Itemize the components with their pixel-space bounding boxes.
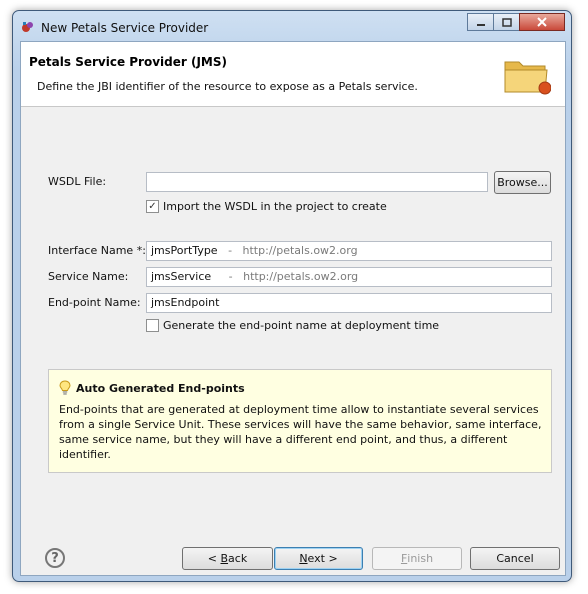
next-button[interactable]: Next >	[274, 547, 363, 570]
minimize-icon	[476, 24, 485, 26]
info-box: Auto Generated End-points End-points tha…	[48, 369, 552, 473]
next-label-rest: ext >	[307, 552, 338, 565]
generate-endpoint-label: Generate the end-point name at deploymen…	[163, 319, 440, 332]
endpoint-name-label: End-point Name:	[48, 296, 141, 309]
minimize-button[interactable]	[467, 13, 494, 31]
interface-name-value: jmsPortType	[151, 244, 218, 257]
generate-endpoint-option[interactable]: Generate the end-point name at deploymen…	[146, 319, 439, 332]
back-button[interactable]: < Back	[182, 547, 273, 570]
lightbulb-icon	[59, 380, 71, 395]
dialog-client: Petals Service Provider (JMS) Define the…	[20, 41, 566, 576]
interface-name-label: Interface Name *:	[48, 244, 146, 257]
window-controls	[467, 13, 565, 31]
maximize-icon	[501, 17, 512, 27]
finish-button[interactable]: Finish	[372, 547, 462, 570]
next-mnemonic: N	[299, 552, 308, 565]
title-bar[interactable]: New Petals Service Provider	[13, 11, 571, 41]
import-wsdl-checkbox[interactable]: ✓	[146, 200, 159, 213]
wizard-banner: Petals Service Provider (JMS) Define the…	[21, 42, 565, 107]
interface-name-field[interactable]: jmsPortType - http://petals.ow2.org	[146, 241, 552, 261]
info-header: Auto Generated End-points	[59, 380, 245, 396]
banner-title: Petals Service Provider (JMS)	[29, 55, 227, 69]
maximize-button[interactable]	[493, 13, 520, 31]
service-name-value: jmsService	[151, 270, 212, 283]
interface-namespace: - http://petals.ow2.org	[217, 244, 358, 257]
close-icon	[537, 17, 547, 27]
back-mnemonic: B	[220, 552, 229, 565]
back-prefix: <	[207, 552, 221, 565]
browse-button[interactable]: Browse...	[494, 171, 551, 194]
import-wsdl-label: Import the WSDL in the project to create	[163, 200, 387, 213]
endpoint-name-input[interactable]: jmsEndpoint	[146, 293, 552, 313]
app-icon	[22, 22, 33, 32]
help-icon[interactable]: ?	[45, 548, 65, 568]
banner-description: Define the JBI identifier of the resourc…	[37, 80, 418, 93]
cancel-button[interactable]: Cancel	[470, 547, 560, 570]
back-label-rest: ack	[228, 552, 248, 565]
service-name-field[interactable]: jmsService - http://petals.ow2.org	[146, 267, 552, 287]
info-title: Auto Generated End-points	[76, 381, 245, 395]
generate-endpoint-checkbox[interactable]	[146, 319, 159, 332]
info-body: End-points that are generated at deploym…	[59, 403, 542, 461]
wizard-window: New Petals Service Provider Petals Servi…	[12, 10, 572, 582]
service-name-label: Service Name:	[48, 270, 129, 283]
service-namespace: - http://petals.ow2.org	[211, 270, 359, 283]
close-button[interactable]	[519, 13, 565, 31]
folder-icon	[504, 61, 551, 95]
finish-label-rest: inish	[407, 552, 434, 565]
wsdl-file-label: WSDL File:	[48, 175, 107, 188]
wsdl-file-input[interactable]	[146, 172, 488, 192]
window-title: New Petals Service Provider	[41, 21, 209, 35]
import-wsdl-option[interactable]: ✓ Import the WSDL in the project to crea…	[146, 200, 387, 213]
